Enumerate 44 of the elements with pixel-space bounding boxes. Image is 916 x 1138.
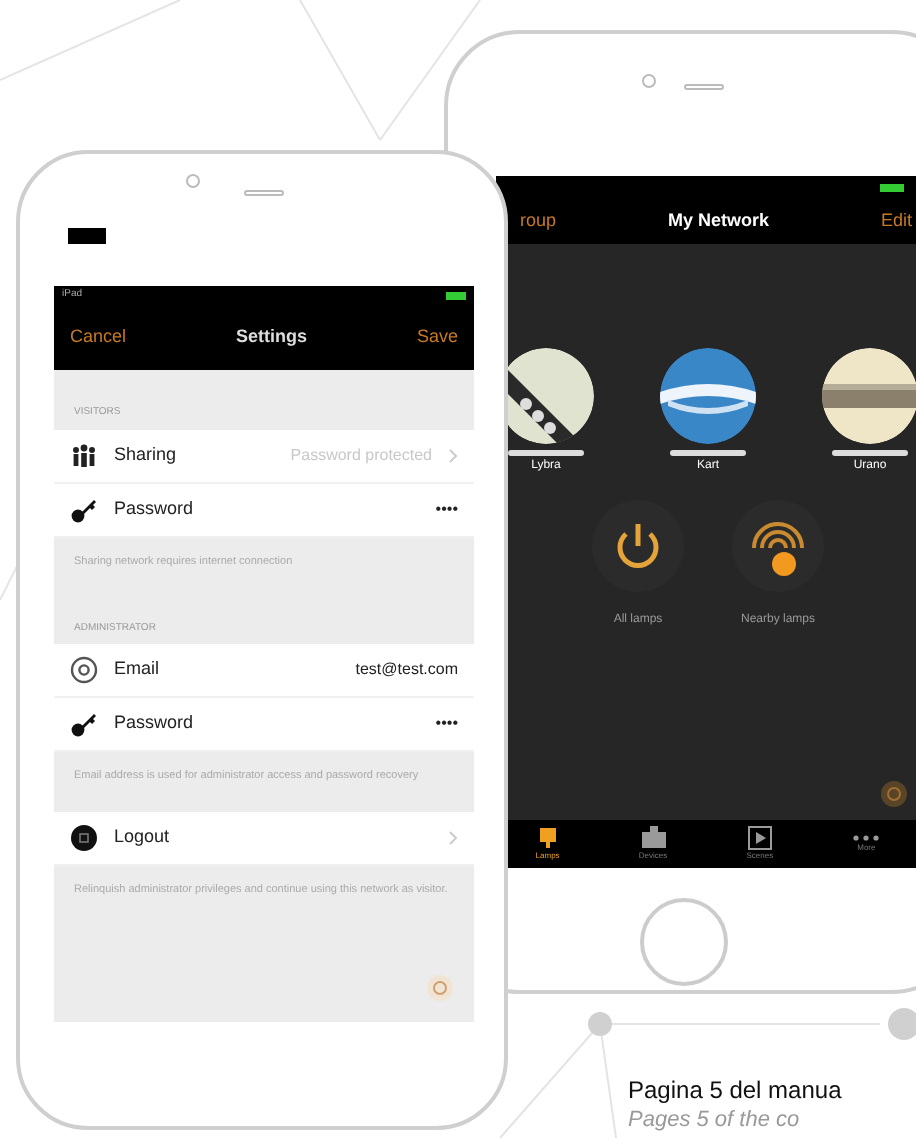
key-icon xyxy=(70,495,98,523)
edit-button[interactable]: Edit xyxy=(880,208,912,236)
settings-row[interactable]: Logout xyxy=(54,812,474,866)
more-icon xyxy=(852,834,881,842)
row-label: Sharing xyxy=(114,441,177,468)
lamp-bar xyxy=(670,450,746,456)
camera-icon xyxy=(642,74,656,88)
help-icon[interactable] xyxy=(426,974,454,1002)
battery-icon xyxy=(446,292,466,300)
speaker-grille xyxy=(244,190,284,196)
play-screen-icon xyxy=(747,826,772,850)
key-icon xyxy=(70,710,98,738)
screen-title: My Network xyxy=(667,208,769,235)
settings-row[interactable]: Password •••• xyxy=(54,483,474,537)
cancel-button[interactable]: Cancel xyxy=(70,324,127,352)
row-label: Password xyxy=(114,710,194,737)
help-icon[interactable] xyxy=(880,780,908,808)
at-sign-icon xyxy=(70,656,98,684)
chevron-icon xyxy=(448,447,458,463)
camera-icon xyxy=(186,174,200,188)
save-button[interactable]: Save xyxy=(416,324,458,352)
logout-icon xyxy=(70,824,98,852)
caption-subtitle: Pages 5 of the co xyxy=(628,1106,802,1134)
lamp-bar xyxy=(832,450,908,456)
row-value: •••• xyxy=(435,712,458,736)
back-button[interactable]: roup xyxy=(520,208,557,236)
chevron-icon xyxy=(448,830,458,846)
battery-icon xyxy=(880,184,904,192)
sensor-bar xyxy=(68,228,106,244)
row-label: Password xyxy=(114,495,194,522)
settings-row[interactable]: Password •••• xyxy=(54,698,474,752)
row-value: •••• xyxy=(435,497,458,521)
screen-title: Settings xyxy=(235,324,307,351)
people-icon xyxy=(70,443,98,467)
device-icon xyxy=(639,826,668,850)
node-dot xyxy=(588,1012,612,1036)
lamp-bar xyxy=(508,450,584,456)
row-label: Email xyxy=(114,656,160,683)
row-label: Logout xyxy=(114,824,170,851)
speaker-grille xyxy=(684,84,724,90)
caption-title: Pagina 5 del manua xyxy=(628,1076,842,1106)
settings-row[interactable]: Email test@test.com xyxy=(54,644,474,698)
lamp-icon xyxy=(535,826,560,850)
row-value: test@test.com xyxy=(355,658,458,682)
